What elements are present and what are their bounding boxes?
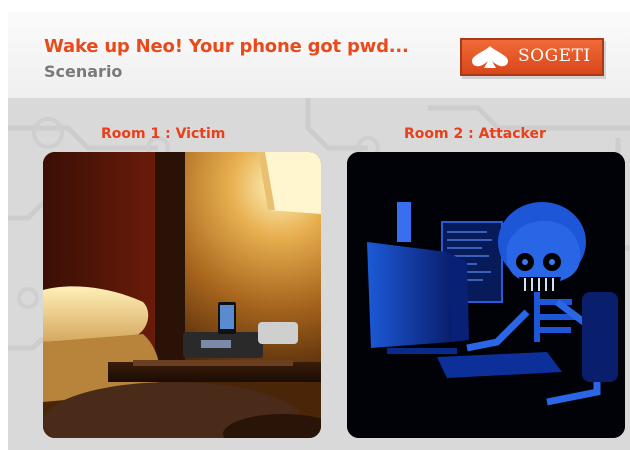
room-1-label: Room 1 : Victim: [101, 126, 226, 142]
spade-icon: [472, 46, 508, 68]
room-2-label: Room 2 : Attacker: [404, 126, 546, 142]
slide-title: Wake up Neo! Your phone got pwd...: [44, 36, 409, 57]
slide-subtitle: Scenario: [44, 62, 123, 81]
slide: Wake up Neo! Your phone got pwd... Scena…: [8, 12, 630, 450]
victim-room-photo: [43, 152, 321, 438]
slide-header: Wake up Neo! Your phone got pwd... Scena…: [8, 12, 630, 98]
logo-text: SOGETI: [518, 46, 591, 66]
attacker-room-illustration: [347, 152, 625, 438]
sogeti-logo: SOGETI: [460, 38, 604, 76]
